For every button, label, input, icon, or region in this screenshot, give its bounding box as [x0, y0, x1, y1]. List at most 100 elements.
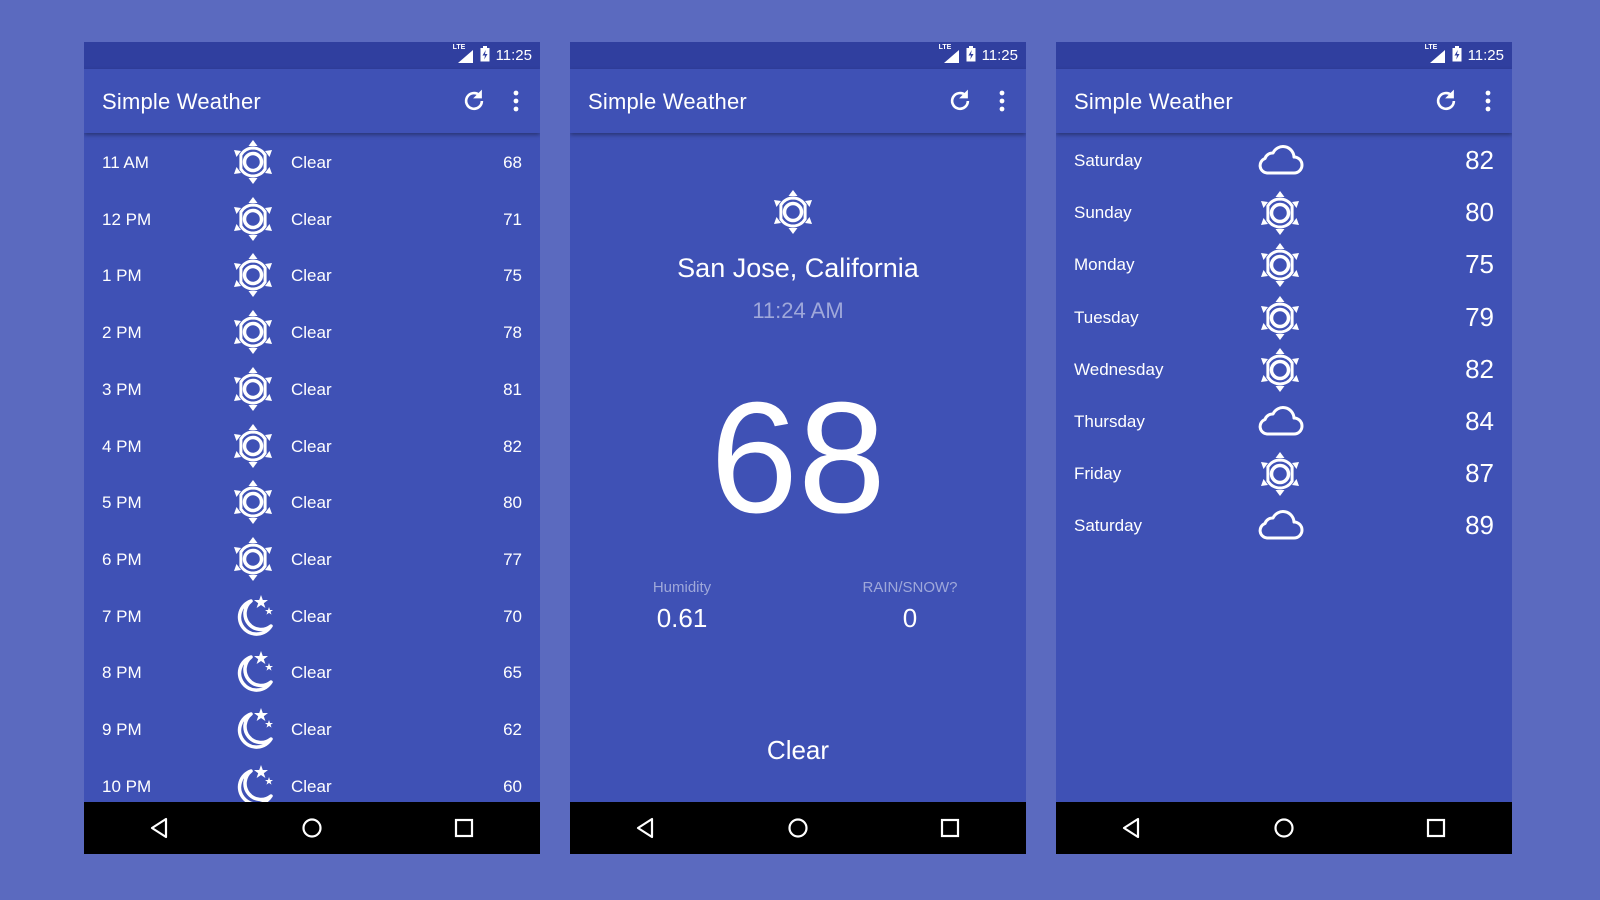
status-time: 11:25 [495, 47, 532, 64]
day-name: Saturday [1074, 516, 1143, 536]
daily-row[interactable]: Saturday 82 [1056, 135, 1512, 187]
day-temperature: 82 [1465, 353, 1494, 384]
daily-list[interactable]: Saturday 82 Sunday 80 Monday 75 Tuesday 79 Wedne… [1056, 133, 1512, 802]
home-button[interactable] [292, 808, 332, 848]
hour-time: 4 PM [102, 436, 142, 456]
day-temperature: 87 [1465, 458, 1494, 489]
precipitation-label: RAIN/SNOW? [862, 579, 958, 596]
phone-current-weather: LTE 11:25 Simple Weather San Jose, Calif… [570, 42, 1026, 854]
hour-temperature: 71 [503, 209, 522, 229]
hour-condition: Clear [291, 720, 332, 739]
app-title: Simple Weather [1074, 89, 1233, 114]
overflow-menu-button[interactable] [1474, 85, 1502, 117]
home-icon [300, 816, 324, 840]
daily-row[interactable]: Friday 87 [1056, 448, 1512, 500]
more-vert-icon [998, 89, 1006, 113]
daily-row[interactable]: Saturday 89 [1056, 500, 1512, 552]
moon-stars-icon [231, 763, 275, 802]
daily-row[interactable]: Thursday 84 [1056, 396, 1512, 448]
home-icon [786, 816, 810, 840]
hour-temperature: 60 [503, 776, 522, 796]
daily-row[interactable]: Tuesday 79 [1056, 292, 1512, 344]
moon-stars-icon [231, 706, 275, 752]
phone-hourly-forecast: LTE 11:25 Simple Weather 11 AM Clear 68 12 … [84, 42, 540, 854]
refresh-icon [946, 87, 974, 115]
hour-time: 7 PM [102, 606, 142, 626]
overflow-menu-button[interactable] [502, 85, 530, 117]
day-name: Sunday [1074, 203, 1132, 223]
cloud-icon [1254, 138, 1306, 184]
day-name: Saturday [1074, 151, 1143, 170]
day-temperature: 84 [1465, 406, 1494, 436]
sun-icon [1254, 347, 1306, 393]
home-button[interactable] [1264, 808, 1304, 848]
sun-icon [231, 479, 275, 525]
hour-condition: Clear [291, 379, 332, 399]
hour-condition: Clear [291, 776, 332, 796]
moon-stars-icon [231, 593, 275, 639]
hour-time: 12 PM [102, 209, 152, 229]
status-time: 11:25 [1467, 47, 1504, 64]
phone-daily-forecast: LTE 11:25 Simple Weather Saturday 82 Sunda… [1056, 42, 1512, 854]
hourly-row[interactable]: 11 AM Clear 68 [84, 135, 540, 193]
refresh-icon [460, 87, 488, 115]
daily-row[interactable]: Sunday 80 [1056, 187, 1512, 239]
status-time: 11:25 [981, 47, 1018, 64]
sun-icon [1254, 451, 1306, 497]
sun-icon [1254, 190, 1306, 236]
recents-icon [452, 816, 476, 840]
location-name: San Jose, California [677, 253, 919, 283]
hour-temperature: 65 [503, 663, 522, 683]
app-bar: Simple Weather [570, 69, 1026, 133]
hour-temperature: 62 [503, 720, 522, 739]
refresh-button[interactable] [1430, 85, 1462, 117]
precipitation-value: 0 [902, 603, 918, 633]
sun-icon [231, 196, 275, 242]
more-vert-icon [512, 89, 520, 113]
hour-temperature: 77 [503, 549, 522, 569]
refresh-button[interactable] [458, 85, 490, 117]
day-name: Thursday [1074, 412, 1145, 431]
sun-icon [231, 309, 275, 355]
hourly-row[interactable]: 6 PM Clear 77 [84, 532, 540, 590]
network-type: LTE [452, 43, 466, 51]
hour-condition: Clear [291, 436, 332, 456]
home-button[interactable] [778, 808, 818, 848]
hourly-row[interactable]: 2 PM Clear 78 [84, 305, 540, 363]
sun-icon [771, 189, 815, 235]
hourly-row[interactable]: 7 PM Clear 70 [84, 589, 540, 647]
hourly-row[interactable]: 1 PM Clear 75 [84, 248, 540, 306]
hour-time: 10 PM [102, 776, 152, 796]
sun-icon [231, 423, 275, 469]
hourly-list[interactable]: 11 AM Clear 68 12 PM Clear 71 1 PM Clear 75 2 PM C… [84, 133, 540, 802]
overflow-menu-button[interactable] [988, 85, 1016, 117]
back-button[interactable] [1112, 808, 1152, 848]
hour-time: 6 PM [102, 549, 142, 569]
app-bar: Simple Weather [84, 69, 540, 133]
day-temperature: 89 [1465, 510, 1494, 541]
back-button[interactable] [140, 808, 180, 848]
signal-icon: LTE [1425, 44, 1446, 64]
recents-button[interactable] [1416, 808, 1456, 848]
observation-time: 11:24 AM [752, 298, 844, 323]
hourly-row[interactable]: 9 PM Clear 62 [84, 702, 540, 760]
hourly-row[interactable]: 12 PM Clear 71 [84, 192, 540, 250]
hour-condition: Clear [291, 493, 332, 513]
hour-time: 11 AM [102, 153, 149, 172]
refresh-button[interactable] [944, 85, 976, 117]
hour-temperature: 82 [503, 436, 522, 456]
status-bar: LTE 11:25 [84, 42, 540, 69]
hourly-row[interactable]: 5 PM Clear 80 [84, 475, 540, 533]
hourly-row[interactable]: 4 PM Clear 82 [84, 419, 540, 477]
recents-button[interactable] [444, 808, 484, 848]
hour-time: 3 PM [102, 379, 142, 399]
back-button[interactable] [626, 808, 666, 848]
hourly-row[interactable]: 8 PM Clear 65 [84, 645, 540, 703]
hourly-row[interactable]: 10 PM Clear 60 [84, 759, 540, 802]
hour-temperature: 75 [503, 266, 522, 286]
recents-button[interactable] [930, 808, 970, 848]
daily-row[interactable]: Monday 75 [1056, 239, 1512, 291]
hourly-row[interactable]: 3 PM Clear 81 [84, 362, 540, 420]
hour-condition: Clear [291, 323, 332, 343]
daily-row[interactable]: Wednesday 82 [1056, 344, 1512, 396]
